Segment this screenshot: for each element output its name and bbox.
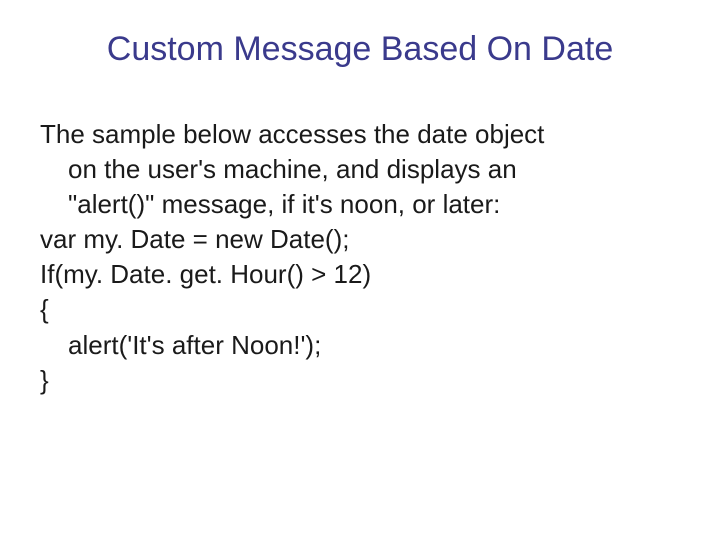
code-line-1: var my. Date = new Date(); — [40, 222, 680, 257]
slide-title: Custom Message Based On Date — [40, 30, 680, 69]
intro-text-line1: The sample below accesses the date objec… — [40, 117, 680, 152]
intro-text-line2: on the user's machine, and displays an — [40, 152, 680, 187]
intro-text-line3: "alert()" message, if it's noon, or late… — [40, 187, 680, 222]
code-line-3: { — [40, 292, 680, 327]
slide-body: The sample below accesses the date objec… — [40, 117, 680, 398]
code-line-2: If(my. Date. get. Hour() > 12) — [40, 257, 680, 292]
code-line-5: } — [40, 363, 680, 398]
code-line-4: alert('It's after Noon!'); — [40, 328, 680, 363]
slide-container: Custom Message Based On Date The sample … — [0, 0, 720, 540]
